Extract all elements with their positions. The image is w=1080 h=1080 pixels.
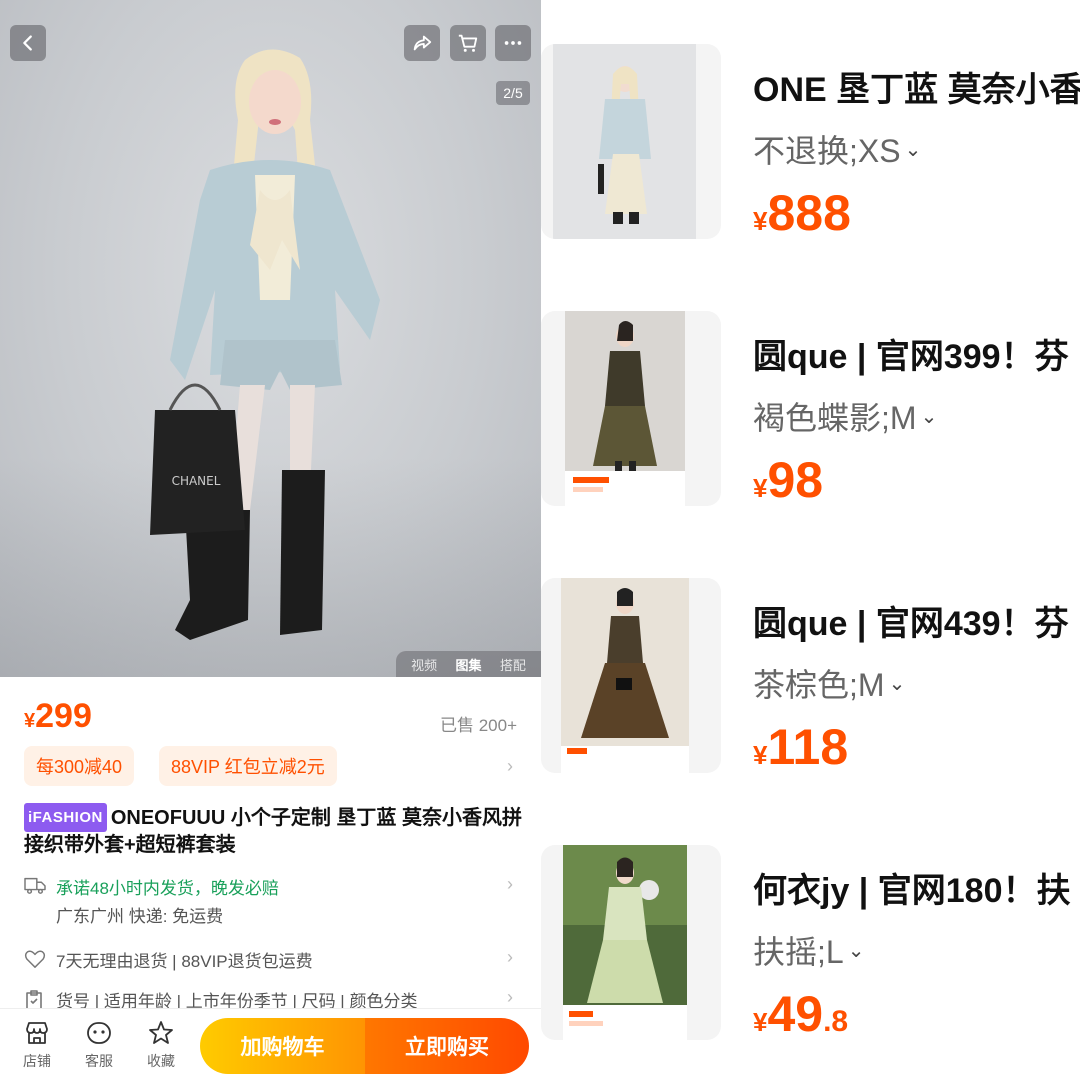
product-image-model xyxy=(565,311,685,506)
product-detail-panel: CHANEL 2/5 视频 图集 搭配 ¥299 已售 200+ 每300减40… xyxy=(0,0,541,1080)
chevron-down-icon: ⌄ xyxy=(904,139,922,161)
currency-symbol: ¥ xyxy=(753,1007,768,1037)
item-price: ¥49.8 xyxy=(753,985,848,1043)
tab-gallery[interactable]: 图集 xyxy=(455,655,481,674)
tab-video[interactable]: 视频 xyxy=(411,655,437,674)
add-to-cart-button[interactable]: 加购物车 xyxy=(200,1018,365,1074)
share-button[interactable] xyxy=(404,25,440,61)
product-photo-model: CHANEL xyxy=(150,49,380,640)
cart-icon xyxy=(458,34,478,52)
chevron-down-icon: ⌄ xyxy=(920,406,938,428)
currency-symbol: ¥ xyxy=(753,473,768,503)
chat-face-icon xyxy=(87,1022,111,1044)
image-counter: 2/5 xyxy=(496,81,530,105)
price-int: 888 xyxy=(767,185,851,241)
shipping-row[interactable]: 承诺48小时内发货，晚发必赔 广东广州 快递: 免运费 › xyxy=(24,872,519,932)
media-tabs: 视频 图集 搭配 xyxy=(396,651,541,677)
sold-count: 已售 200+ xyxy=(439,716,517,735)
item-price: ¥98 xyxy=(753,451,823,509)
promo-discount[interactable]: 每300减40 xyxy=(24,746,135,786)
item-sku-selector[interactable]: 褐色蝶影;M ⌄ xyxy=(753,393,937,439)
params-list: 货号 | 适用年龄 | 上市年份季节 | 尺码 | 颜色分类 xyxy=(56,992,418,1009)
promo-row[interactable]: 每300减40 88VIP 红包立减2元 › xyxy=(24,746,519,786)
shipping-promise: 承诺48小时内发货，晚发必赔 xyxy=(56,879,279,898)
product-price: ¥299 xyxy=(24,697,92,736)
price-dec: .8 xyxy=(823,1005,849,1038)
buy-now-button[interactable]: 立即购买 xyxy=(365,1018,529,1074)
item-price: ¥118 xyxy=(753,718,848,776)
heart-icon xyxy=(24,950,46,968)
item-sku: 扶摇;L xyxy=(753,934,844,970)
item-thumbnail[interactable] xyxy=(541,311,721,506)
list-item[interactable]: 何衣jy | 官网180！扶 扶摇;L ⌄ ¥49.8 xyxy=(541,845,1080,1075)
item-sku-selector[interactable]: 不退换;XS ⌄ xyxy=(753,126,921,172)
list-item[interactable]: 圆que | 官网439！芬 茶棕色;M ⌄ ¥118 xyxy=(541,578,1080,808)
cart-button[interactable] xyxy=(450,25,486,61)
chevron-right-icon: › xyxy=(507,987,513,1007)
item-title: 圆que | 官网439！芬 xyxy=(753,605,1069,643)
price-value: 299 xyxy=(35,697,92,735)
customer-service-button[interactable]: 客服 xyxy=(74,1019,124,1075)
price-int: 49 xyxy=(767,986,824,1042)
promo-vip[interactable]: 88VIP 红包立减2元 xyxy=(159,746,337,786)
price-int: 98 xyxy=(767,452,824,508)
chevron-left-icon xyxy=(23,35,32,51)
more-dots-icon xyxy=(504,41,522,45)
svg-text:CHANEL: CHANEL xyxy=(172,474,221,488)
store-label: 店铺 xyxy=(23,1053,51,1069)
item-thumbnail[interactable] xyxy=(541,44,721,239)
item-sku-selector[interactable]: 扶摇;L ⌄ xyxy=(753,927,864,973)
product-image-model xyxy=(553,44,696,239)
favorite-label: 收藏 xyxy=(147,1053,175,1069)
price-int: 118 xyxy=(767,719,849,775)
item-thumbnail[interactable] xyxy=(541,845,721,1040)
item-sku: 褐色蝶影;M xyxy=(753,400,917,436)
currency-symbol: ¥ xyxy=(753,740,768,770)
back-button[interactable] xyxy=(10,25,46,61)
bottom-action-bar: 店铺 客服 收藏 加购物车 立即购买 xyxy=(0,1008,541,1080)
price-row: ¥299 已售 200+ xyxy=(24,697,519,737)
tab-outfit[interactable]: 搭配 xyxy=(500,655,526,674)
item-title: ONE 垦丁蓝 莫奈小香 xyxy=(753,71,1080,109)
params-row[interactable]: 货号 | 适用年龄 | 上市年份季节 | 尺码 | 颜色分类 › xyxy=(24,987,519,1009)
item-sku-selector[interactable]: 茶棕色;M ⌄ xyxy=(753,660,905,706)
list-item[interactable]: ONE 垦丁蓝 莫奈小香 不退换;XS ⌄ ¥888 xyxy=(541,44,1080,274)
more-button[interactable] xyxy=(495,25,531,61)
favorite-button[interactable]: 收藏 xyxy=(136,1019,186,1075)
store-button[interactable]: 店铺 xyxy=(12,1019,62,1075)
chevron-down-icon: ⌄ xyxy=(888,673,906,695)
item-title: 圆que | 官网399！芬 xyxy=(753,338,1069,376)
clipboard-icon xyxy=(26,990,42,1009)
chevron-right-icon: › xyxy=(507,756,513,776)
share-icon xyxy=(413,35,432,51)
item-sku: 不退换;XS xyxy=(753,133,901,169)
store-icon xyxy=(26,1022,48,1044)
product-gallery[interactable]: CHANEL 2/5 视频 图集 搭配 xyxy=(0,0,541,677)
chevron-right-icon: › xyxy=(507,947,513,967)
currency-symbol: ¥ xyxy=(24,710,36,732)
currency-symbol: ¥ xyxy=(753,206,768,236)
chevron-right-icon: › xyxy=(507,874,513,894)
ifashion-badge: iFASHION xyxy=(24,803,107,832)
product-image-model xyxy=(561,578,689,773)
item-title: 何衣jy | 官网180！扶 xyxy=(753,872,1071,910)
item-thumbnail[interactable] xyxy=(541,578,721,773)
chevron-down-icon: ⌄ xyxy=(847,940,865,962)
list-item[interactable]: 圆que | 官网399！芬 褐色蝶影;M ⌄ ¥98 xyxy=(541,311,1080,541)
item-sku: 茶棕色;M xyxy=(753,667,885,703)
shipping-origin: 广东广州 快递: 免运费 xyxy=(56,907,224,926)
cart-item-list: ONE 垦丁蓝 莫奈小香 不退换;XS ⌄ ¥888 圆que | 官网399！芬 xyxy=(541,0,1080,1080)
returns-row[interactable]: 7天无理由退货 | 88VIP退货包运费 › xyxy=(24,946,519,974)
star-icon xyxy=(149,1021,173,1044)
truck-icon xyxy=(24,877,46,894)
returns-policy: 7天无理由退货 | 88VIP退货包运费 xyxy=(56,952,313,971)
product-title: iFASHION ONEOFUUU 小个子定制 垦丁蓝 莫奈小香风拼接织带外套+超… xyxy=(24,803,524,859)
item-price: ¥888 xyxy=(753,184,851,242)
product-image-model xyxy=(563,845,687,1040)
service-label: 客服 xyxy=(85,1053,113,1069)
